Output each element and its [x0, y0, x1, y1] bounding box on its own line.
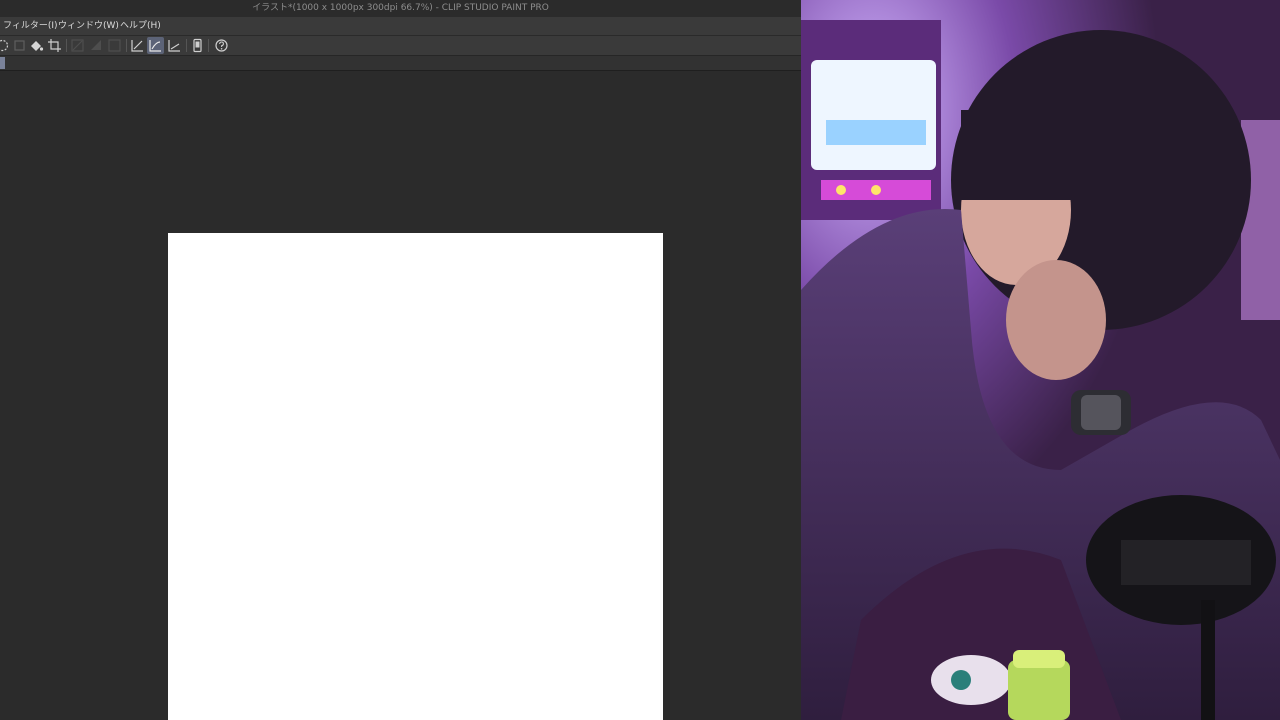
help-icon[interactable]: [213, 37, 230, 54]
toolbar-separator-3: [186, 39, 187, 52]
ruler-icon[interactable]: [129, 37, 146, 54]
disabled-icon[interactable]: [11, 37, 28, 54]
toolbar-separator-2: [126, 39, 127, 52]
disabled-icon-2[interactable]: [69, 37, 86, 54]
stabilizer-icon[interactable]: [147, 37, 164, 54]
webcam-overlay: [801, 0, 1280, 720]
clip-studio-window: イラスト*(1000 x 1000px 300dpi 66.7%) - CLIP…: [0, 0, 801, 720]
command-bar: [0, 36, 801, 56]
rotate-icon[interactable]: [0, 37, 11, 54]
menu-window[interactable]: ウィンドウ(W): [55, 17, 122, 35]
toolbar-separator: [66, 39, 67, 52]
crop-icon[interactable]: [46, 37, 63, 54]
disabled-icon-4[interactable]: [106, 37, 123, 54]
line-icon[interactable]: [166, 37, 183, 54]
menu-filter[interactable]: フィルター(I): [0, 17, 61, 35]
menu-help[interactable]: ヘルプ(H): [117, 17, 164, 35]
window-title: イラスト*(1000 x 1000px 300dpi 66.7%) - CLIP…: [0, 0, 801, 17]
canvas-tab[interactable]: [0, 57, 5, 69]
canvas-paper[interactable]: [168, 233, 663, 720]
device-icon[interactable]: [189, 37, 206, 54]
canvas-tab-row: [0, 56, 801, 71]
menu-bar: フィルター(I) ウィンドウ(W) ヘルプ(H): [0, 17, 801, 36]
fill-icon[interactable]: [28, 37, 45, 54]
toolbar-separator-4: [208, 39, 209, 52]
disabled-icon-3[interactable]: [88, 37, 105, 54]
canvas-workspace[interactable]: [0, 71, 801, 720]
streamer-webcam-feed: [801, 0, 1280, 720]
